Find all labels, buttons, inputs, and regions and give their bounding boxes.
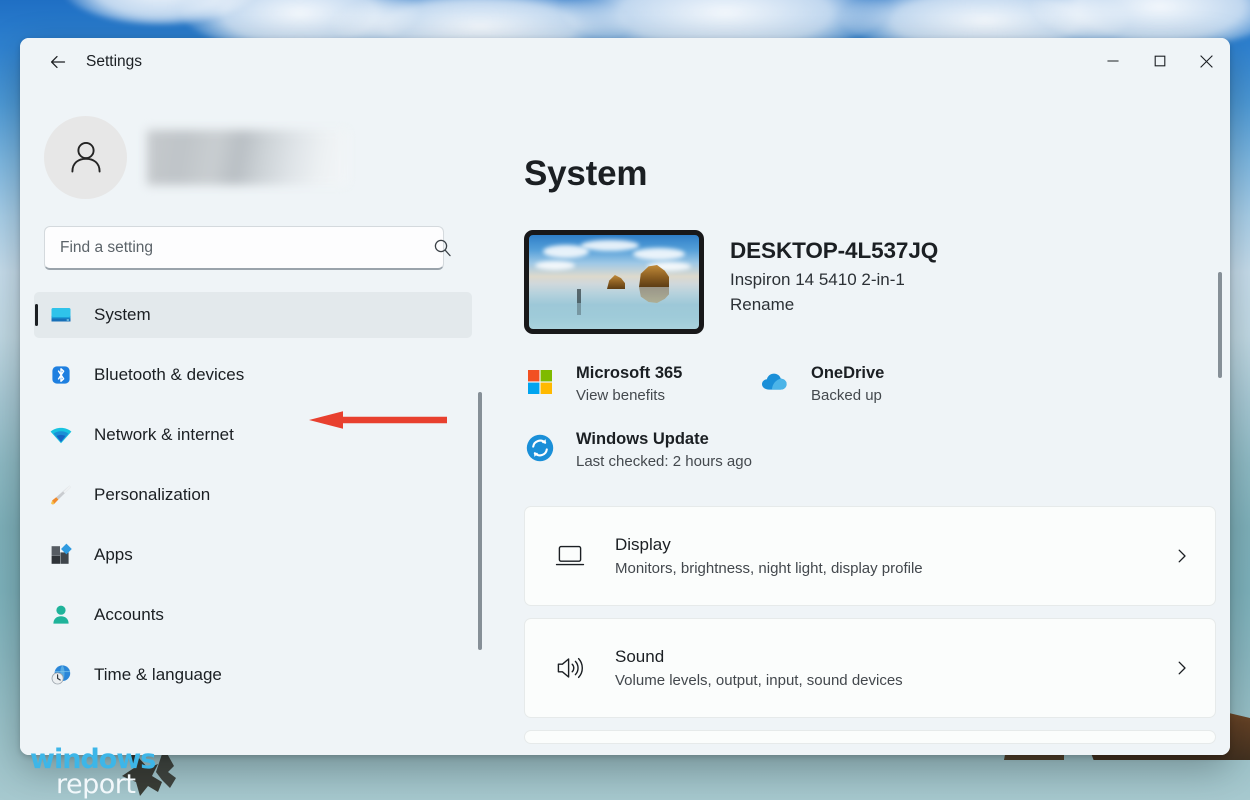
- window-controls: [1089, 38, 1230, 86]
- avatar: [44, 115, 127, 199]
- microsoft-logo-icon: [524, 366, 556, 398]
- update-sync-icon: [524, 432, 556, 464]
- sidebar-item-personalization[interactable]: Personalization: [34, 472, 472, 518]
- settings-card-subtitle: Monitors, brightness, night light, displ…: [615, 560, 923, 577]
- speaker-icon: [551, 649, 589, 687]
- sidebar-item-label: Accounts: [94, 605, 164, 624]
- sidebar-item-label: Apps: [94, 545, 133, 564]
- settings-card-title: Sound: [615, 647, 665, 666]
- sidebar-item-time-language[interactable]: Time & language: [34, 652, 472, 698]
- sidebar-item-network-internet[interactable]: Network & internet: [34, 412, 472, 458]
- account-block[interactable]: [20, 110, 490, 204]
- sidebar-item-label: Personalization: [94, 485, 211, 504]
- status-grid: Microsoft 365 View benefits OneDrive Bac…: [524, 364, 1230, 470]
- watermark-line-2: report: [56, 768, 136, 800]
- desktop-wallpaper: Settings Find a setting System Bluetooth…: [0, 0, 1250, 800]
- sidebar-item-bluetooth-devices[interactable]: Bluetooth & devices: [34, 352, 472, 398]
- sidebar: System Bluetooth & devices: [20, 86, 490, 755]
- sidebar-item-accounts[interactable]: Accounts: [34, 592, 472, 638]
- rename-link[interactable]: Rename: [730, 295, 794, 315]
- sidebar-scrollbar-thumb[interactable]: [478, 392, 482, 650]
- chevron-right-icon: [1173, 659, 1191, 677]
- close-icon: [1200, 54, 1213, 68]
- device-summary: DESKTOP-4L537JQ Inspiron 14 5410 2-in-1 …: [524, 230, 1230, 334]
- sidebar-item-label: System: [94, 305, 151, 324]
- sidebar-item-system[interactable]: System: [34, 292, 472, 338]
- settings-card-display[interactable]: Display Monitors, brightness, night ligh…: [524, 506, 1216, 606]
- title-bar: Settings: [20, 38, 1230, 86]
- window-body: System Bluetooth & devices: [20, 86, 1230, 755]
- display-monitor-icon: [551, 537, 589, 575]
- settings-card-partial[interactable]: [524, 730, 1216, 744]
- sidebar-item-apps[interactable]: Apps: [34, 532, 472, 578]
- content-scrollbar-thumb[interactable]: [1218, 272, 1222, 378]
- settings-card-sound[interactable]: Sound Volume levels, output, input, soun…: [524, 618, 1216, 718]
- device-model: Inspiron 14 5410 2-in-1: [730, 270, 905, 289]
- clock-globe-icon: [48, 662, 74, 688]
- sidebar-item-label: Network & internet: [94, 425, 234, 444]
- account-name-redacted: [147, 129, 347, 185]
- device-meta: DESKTOP-4L537JQ Inspiron 14 5410 2-in-1 …: [730, 230, 938, 334]
- search-input[interactable]: [44, 226, 444, 270]
- status-tile-title: Microsoft 365: [576, 364, 683, 382]
- bluetooth-icon: [48, 362, 74, 388]
- status-tile-subtitle: Backed up: [811, 387, 882, 404]
- status-tile-windows-update[interactable]: Windows Update Last checked: 2 hours ago: [524, 430, 1230, 470]
- onedrive-cloud-icon: [759, 366, 791, 398]
- status-tile-title: OneDrive: [811, 364, 885, 382]
- cloud-shape: [60, 0, 260, 24]
- wifi-icon: [48, 422, 74, 448]
- search-box: [44, 226, 466, 270]
- minimize-button[interactable]: [1089, 38, 1136, 84]
- maximize-icon: [1154, 55, 1165, 67]
- person-icon: [48, 602, 74, 628]
- status-tile-subtitle: View benefits: [576, 387, 665, 404]
- settings-card-subtitle: Volume levels, output, input, sound devi…: [615, 672, 903, 689]
- status-tile-onedrive[interactable]: OneDrive Backed up: [759, 364, 1230, 404]
- chevron-right-icon: [1173, 547, 1191, 565]
- arrow-left-icon: [50, 55, 66, 69]
- settings-cards: Display Monitors, brightness, night ligh…: [524, 506, 1216, 744]
- person-icon: [70, 141, 101, 173]
- sidebar-item-label: Time & language: [94, 665, 222, 684]
- maximize-button[interactable]: [1136, 38, 1183, 84]
- page-title: System: [524, 154, 648, 193]
- watermark: windows report: [30, 746, 156, 800]
- paintbrush-icon: [48, 482, 74, 508]
- apps-icon: [48, 542, 74, 568]
- status-tile-title: Windows Update: [576, 430, 709, 448]
- nav-list: System Bluetooth & devices Network & int…: [20, 292, 490, 698]
- app-title: Settings: [86, 53, 143, 70]
- main-content: System DESKTOP-4L537JQ Inspiron 14 5410 …: [490, 86, 1230, 755]
- settings-window: Settings Find a setting System Bluetooth…: [20, 38, 1230, 755]
- status-tile-microsoft-365[interactable]: Microsoft 365 View benefits: [524, 364, 759, 404]
- status-tile-subtitle: Last checked: 2 hours ago: [576, 453, 752, 470]
- monitor-icon: [48, 302, 74, 328]
- device-name: DESKTOP-4L537JQ: [730, 238, 939, 263]
- back-button[interactable]: [40, 46, 76, 78]
- minimize-icon: [1106, 60, 1119, 62]
- settings-card-title: Display: [615, 535, 671, 554]
- close-button[interactable]: [1183, 38, 1230, 84]
- device-wallpaper-thumbnail: [524, 230, 704, 334]
- sidebar-item-label: Bluetooth & devices: [94, 365, 245, 384]
